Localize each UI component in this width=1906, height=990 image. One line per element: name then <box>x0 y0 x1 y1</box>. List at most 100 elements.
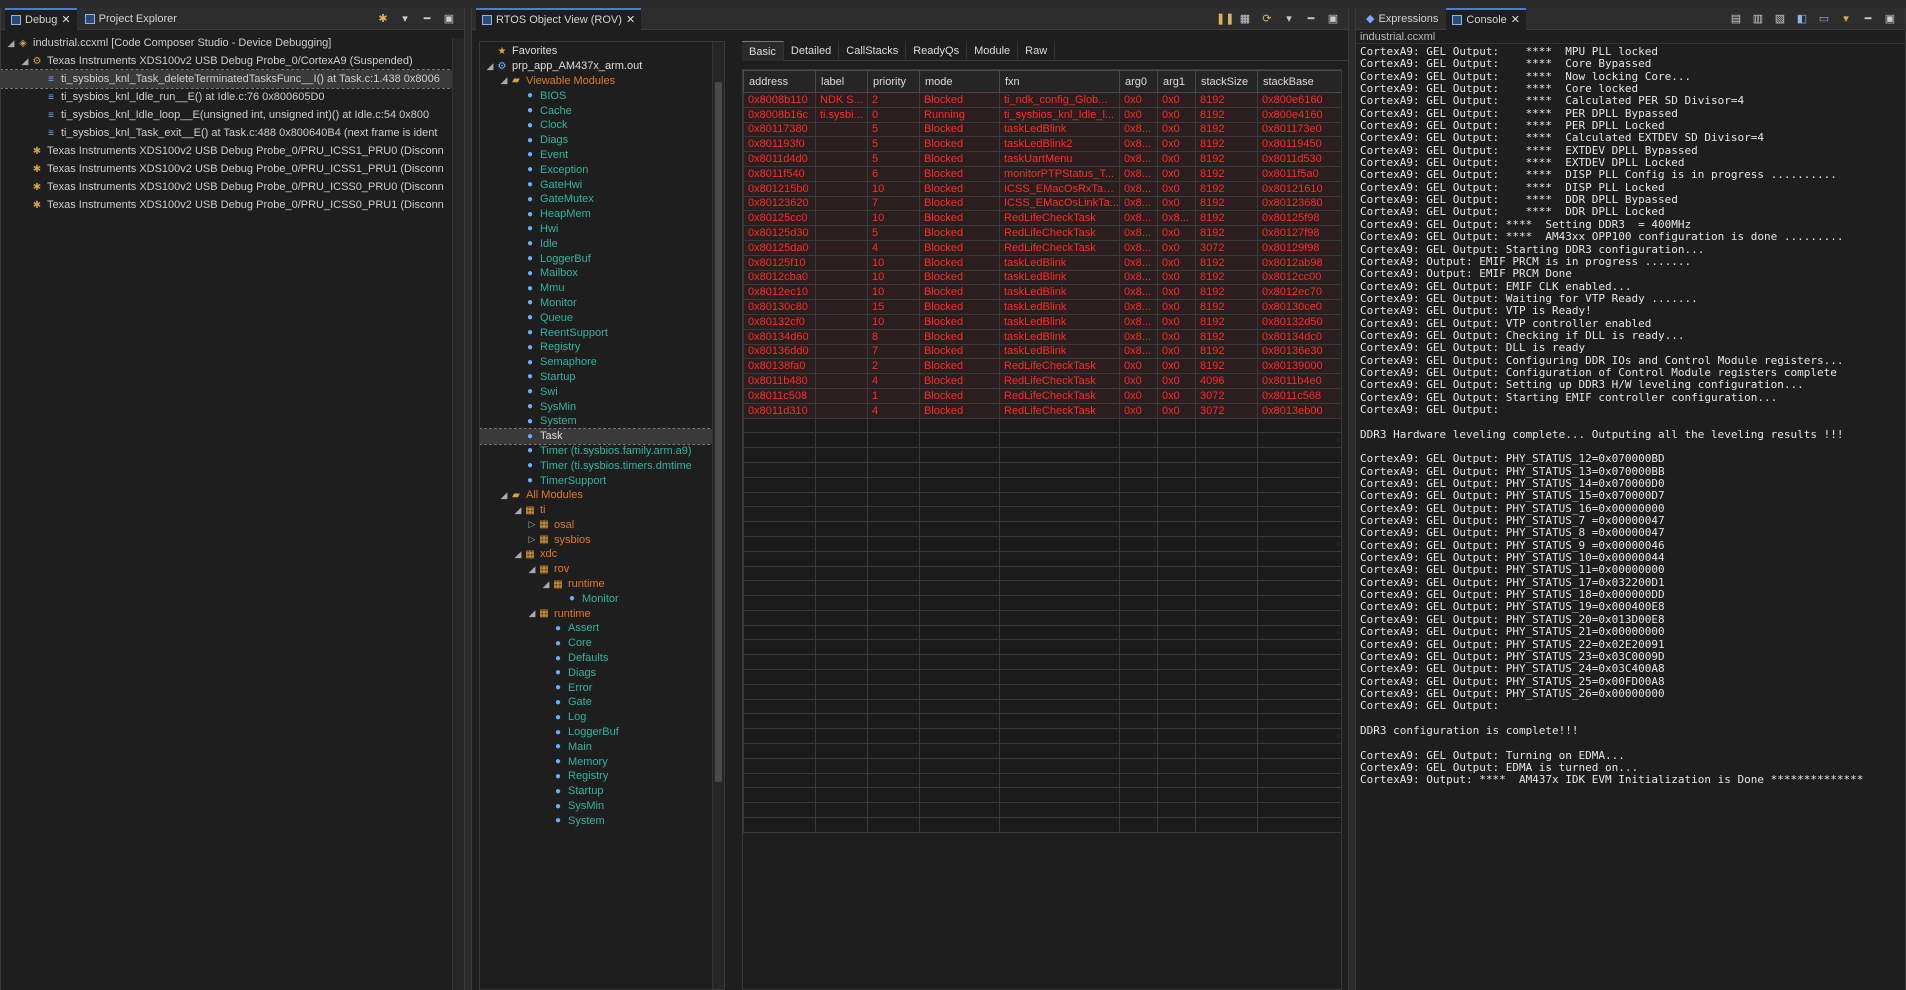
table-row[interactable]: 0x80132cf0 10 Blocked taskLedBlink 0x8... 0x0… <box>743 313 1341 330</box>
tree-item[interactable]: ✱ Texas Instruments XDS100v2 USB Debug Pr… <box>1 142 464 160</box>
tree-item[interactable]: ● Queue <box>480 310 724 325</box>
tab-expressions[interactable]: ◆ Expressions <box>1360 8 1444 30</box>
minimize-icon[interactable]: ━ <box>420 13 434 25</box>
table-row[interactable]: 0x8011d4d0 5 Blocked taskUartMenu 0x8... 0x0 8… <box>743 151 1341 167</box>
tab-rov[interactable]: RTOS Object View (ROV) ✕ <box>476 8 642 30</box>
tree-item[interactable]: ● Task <box>480 427 724 445</box>
table-row[interactable]: 0x80130c80 15 Blocked taskLedBlink 0x8... 0x0… <box>743 299 1341 315</box>
tree-item[interactable]: ★ Favorites <box>480 44 724 59</box>
tree-item[interactable]: ● Semaphore <box>480 355 724 370</box>
tab-console[interactable]: Console ✕ <box>1446 8 1526 30</box>
table-row[interactable]: 0x801215b0 10 Blocked ICSS_EMacOsRxTask... 0… <box>743 180 1341 197</box>
tree-item[interactable]: ◢ ▰ Viewable Modules <box>480 74 724 89</box>
table-row[interactable]: 0x80138fa0 2 Blocked RedLifeCheckTask 0x0 0x0… <box>743 358 1341 375</box>
tree-item[interactable]: ● Error <box>480 680 724 695</box>
expand-toggle-icon[interactable]: ◢ <box>19 56 31 67</box>
table-row[interactable]: 0x80125f10 10 Blocked taskLedBlink 0x8... 0x0… <box>743 254 1341 271</box>
tree-item[interactable]: ● Mmu <box>480 281 724 296</box>
tree-item[interactable]: ● HeapMem <box>480 207 724 222</box>
close-icon[interactable]: ✕ <box>61 13 70 26</box>
maximize-icon[interactable]: ▣ <box>1883 13 1897 25</box>
tree-item[interactable]: ● Registry <box>480 340 724 355</box>
tab-project-explorer[interactable]: Project Explorer <box>79 8 183 30</box>
tree-item[interactable]: ● Memory <box>480 754 724 769</box>
close-icon[interactable]: ✕ <box>626 13 635 26</box>
column-header-address[interactable]: address <box>743 70 816 93</box>
column-header-mode[interactable]: mode <box>919 70 1000 93</box>
tree-item[interactable]: ● ReentSupport <box>480 325 724 340</box>
table-row[interactable]: 0x801193f0 5 Blocked taskLedBlink2 0x8... 0x0… <box>743 136 1341 153</box>
minimize-icon[interactable]: ━ <box>1304 13 1318 25</box>
table-row[interactable]: 0x80123620 7 Blocked ICSS_EMacOsLinkTa... 0x… <box>743 195 1341 212</box>
table-row[interactable]: 0x80125da0 4 Blocked RedLifeCheckTask 0x8...… <box>743 239 1341 256</box>
expand-toggle-icon[interactable]: ◢ <box>512 549 524 560</box>
tree-item[interactable]: ● Swi <box>480 384 724 399</box>
tree-item[interactable]: ● Cache <box>480 103 724 118</box>
tree-item[interactable]: ● Monitor <box>480 296 724 311</box>
subtab-basic[interactable]: Basic <box>742 41 784 61</box>
tree-item[interactable]: ● Clock <box>480 118 724 133</box>
tree-item[interactable]: ● Startup <box>480 784 724 799</box>
tree-item[interactable]: ● TimerSupport <box>480 473 724 488</box>
tree-item[interactable]: ● SysMin <box>480 799 724 814</box>
table-row[interactable]: 0x80134d60 8 Blocked taskLedBlink 0x8... 0x0 8… <box>743 328 1341 345</box>
expand-toggle-icon[interactable]: ◢ <box>5 38 17 49</box>
tree-item[interactable]: ● Event <box>480 148 724 163</box>
table-row[interactable]: 0x8011d310 4 Blocked RedLifeCheckTask 0x0 0x0… <box>743 402 1341 419</box>
table-row[interactable]: 0x80117380 5 Blocked taskLedBlink 0x8... 0x0 8… <box>743 121 1341 138</box>
subtab-detailed[interactable]: Detailed <box>784 41 840 61</box>
console-output[interactable]: CortexA9: GEL Output: **** MPU PLL locke… <box>1356 44 1905 789</box>
tree-item[interactable]: ● BIOS <box>480 88 724 103</box>
expand-toggle-icon[interactable]: ◢ <box>512 505 524 516</box>
tree-item[interactable]: ● LoggerBuf <box>480 725 724 740</box>
tree-item[interactable]: ● Assert <box>480 621 724 636</box>
tree-item[interactable]: ◢ ◈ industrial.ccxml [Code Composer Studio… <box>1 34 464 52</box>
tree-item[interactable]: ● Diags <box>480 133 724 148</box>
table-row[interactable]: 0x80125cc0 10 Blocked RedLifeCheckTask 0x8..… <box>743 210 1341 227</box>
tree-item[interactable]: ◢ ⚙ Texas Instruments XDS100v2 USB Debug P… <box>1 52 464 70</box>
tree-item[interactable]: ✱ Texas Instruments XDS100v2 USB Debug Pr… <box>1 196 464 214</box>
table-row[interactable]: 0x8011c508 1 Blocked RedLifeCheckTask 0x0 0x0… <box>743 387 1341 404</box>
tree-item[interactable]: ● System <box>480 414 724 429</box>
tree-item[interactable]: ● Gate <box>480 695 724 710</box>
tree-item[interactable]: ✱ Texas Instruments XDS100v2 USB Debug Pr… <box>1 160 464 178</box>
column-header-label[interactable]: label <box>815 70 868 93</box>
table-row[interactable]: 0x8008b16c ti.sysbi... 0 Running ti_sysbios_… <box>743 106 1341 123</box>
grid-icon[interactable]: ▦ <box>1238 13 1252 25</box>
tree-item[interactable]: ● Timer (ti.sysbios.family.arm.a9) <box>480 444 724 459</box>
tree-item[interactable]: ● SysMin <box>480 399 724 414</box>
tree-item[interactable]: ◢ ▰ All Modules <box>480 488 724 503</box>
subtab-callstacks[interactable]: CallStacks <box>839 41 907 61</box>
remove-terminated-icon[interactable]: ✱ <box>376 13 390 25</box>
tree-item[interactable]: ● GateHwi <box>480 177 724 192</box>
table-row[interactable]: 0x8012cba0 10 Blocked taskLedBlink 0x8... 0x0… <box>743 269 1341 286</box>
subtab-raw[interactable]: Raw <box>1018 41 1056 61</box>
expand-toggle-icon[interactable]: ▷ <box>526 534 538 545</box>
tree-item[interactable]: ● Log <box>480 710 724 725</box>
open-console-icon[interactable]: ▾ <box>1839 13 1853 25</box>
module-tree-scroll-thumb[interactable] <box>715 82 722 782</box>
table-row[interactable]: 0x8011b480 4 Blocked RedLifeCheckTask 0x0 0x0… <box>743 373 1341 389</box>
view-menu-icon[interactable]: ▾ <box>1282 13 1296 25</box>
expand-toggle-icon[interactable]: ◢ <box>540 579 552 590</box>
pause-icon[interactable]: ❚❚ <box>1216 13 1234 25</box>
expand-toggle-icon[interactable]: ▷ <box>526 519 538 530</box>
column-header-stackBase[interactable]: stackBase <box>1257 70 1341 93</box>
close-icon[interactable]: ✕ <box>1511 13 1520 26</box>
table-row[interactable]: 0x8012ec10 10 Blocked taskLedBlink 0x8... 0x0… <box>743 284 1341 301</box>
column-header-arg0[interactable]: arg0 <box>1119 70 1158 93</box>
column-header-stackSize[interactable]: stackSize <box>1195 70 1258 93</box>
tree-item[interactable]: ≡ ti_sysbios_knl_Task_deleteTerminatedTas… <box>1 69 464 89</box>
table-row[interactable]: 0x8008b110 NDK S... 2 Blocked ti_ndk_config_… <box>743 92 1341 108</box>
column-header-arg1[interactable]: arg1 <box>1157 70 1196 93</box>
pin-console-icon[interactable]: ◧ <box>1795 13 1809 25</box>
expand-toggle-icon[interactable]: ◢ <box>498 75 510 86</box>
tree-item[interactable]: ● Core <box>480 636 724 651</box>
word-wrap-icon[interactable]: ▧ <box>1773 13 1787 25</box>
tree-item[interactable]: ✱ Texas Instruments XDS100v2 USB Debug Pr… <box>1 178 464 196</box>
tree-item[interactable]: ● Timer (ti.sysbios.timers.dmtime <box>480 458 724 473</box>
tree-item[interactable]: ● Defaults <box>480 651 724 666</box>
maximize-icon[interactable]: ▣ <box>442 13 456 25</box>
column-header-fxn[interactable]: fxn <box>999 70 1120 93</box>
tree-item[interactable]: ● LoggerBuf <box>480 251 724 266</box>
